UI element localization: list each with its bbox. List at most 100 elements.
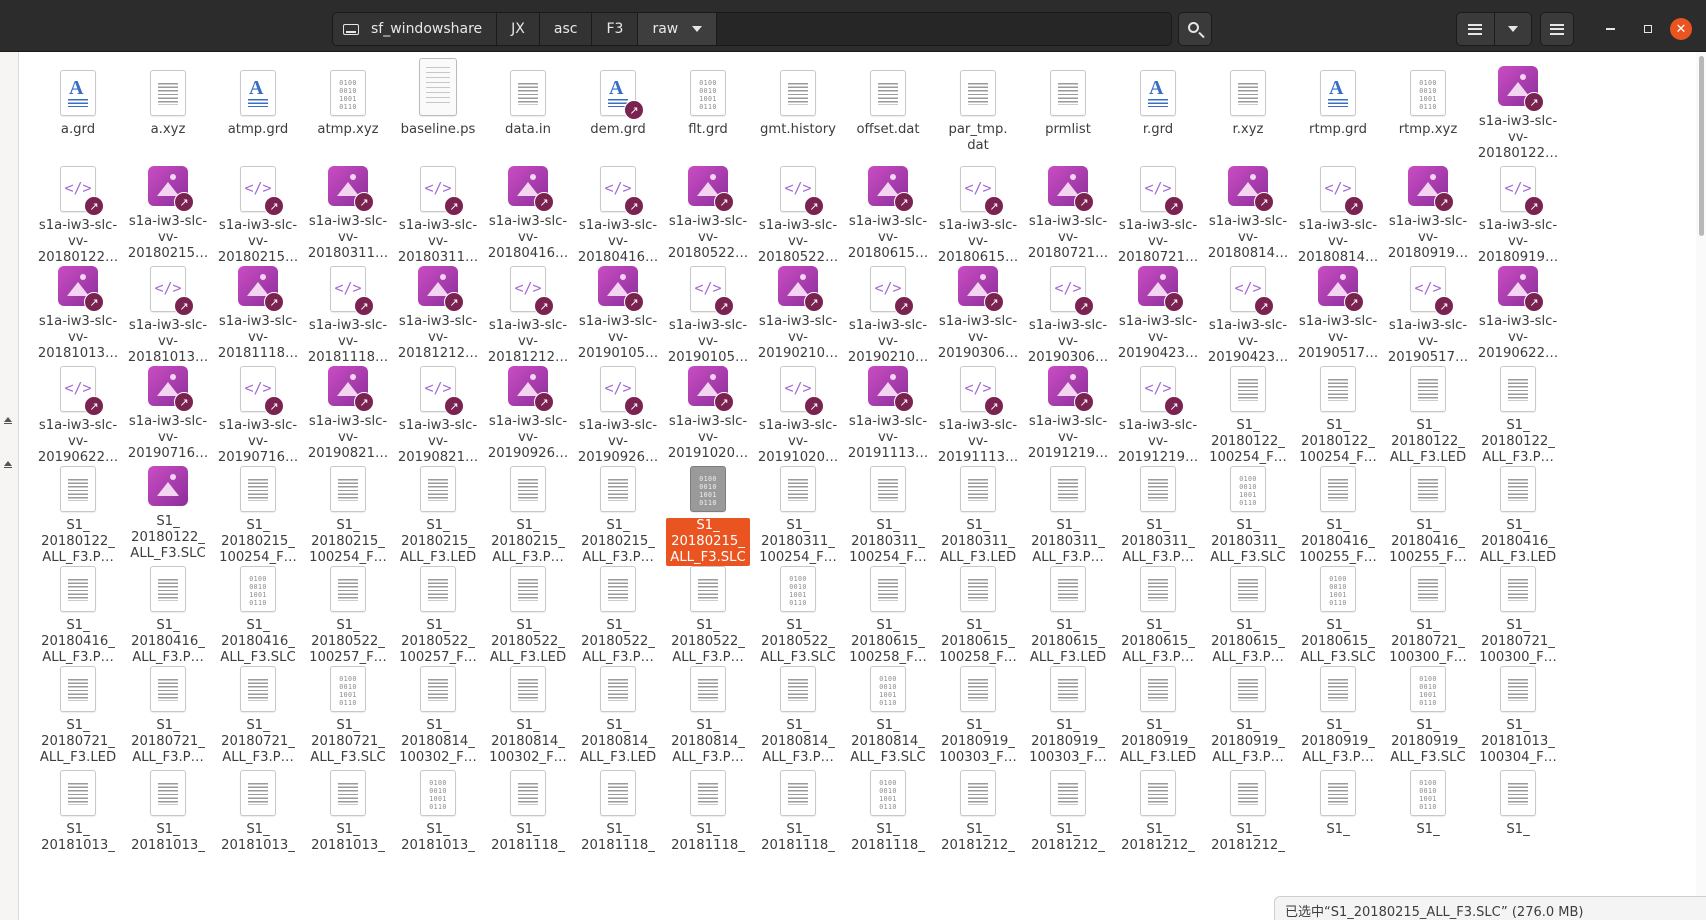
view-options-dropdown[interactable]	[1493, 13, 1532, 45]
file-item[interactable]: S1_ 20180919_ ALL_F3.LED	[1116, 658, 1200, 765]
file-item[interactable]: S1_ 20180721_ ALL_F3.P…	[126, 658, 210, 765]
minimize-button[interactable]	[1596, 15, 1624, 43]
file-item[interactable]: Ar.grd	[1116, 58, 1200, 160]
file-item[interactable]: S1_ 20180122_ 100254_F…	[1206, 358, 1290, 465]
file-item[interactable]: </> ↗ s1a-iw3-slc- vv- 20181212…	[486, 258, 570, 365]
file-item[interactable]: ↗ s1a-iw3-slc- vv- 20181212…	[396, 258, 480, 361]
file-item[interactable]: </> ↗ s1a-iw3-slc- vv- 20190622…	[36, 358, 120, 465]
file-item[interactable]: S1_ 20180215_ 100254_F…	[306, 458, 390, 565]
file-item[interactable]: </> ↗ s1a-iw3-slc- vv- 20180416…	[576, 158, 660, 265]
file-item[interactable]: </> ↗ s1a-iw3-slc- vv- 20191020…	[756, 358, 840, 465]
file-item[interactable]: S1_ 20180615_ ALL_F3.P…	[1206, 558, 1290, 665]
file-item[interactable]: </> ↗ s1a-iw3-slc- vv- 20191219…	[1116, 358, 1200, 465]
file-item[interactable]: S1_ 20180416_ ALL_F3.P…	[126, 558, 210, 665]
file-item[interactable]: </> ↗ s1a-iw3-slc- vv- 20180122…	[36, 158, 120, 265]
file-item[interactable]: </> ↗ s1a-iw3-slc- vv- 20180215…	[216, 158, 300, 265]
file-item[interactable]: S1_ 20180215_ ALL_F3.P…	[486, 458, 570, 565]
list-view-button[interactable]	[1457, 13, 1494, 45]
file-item[interactable]: ↗ s1a-iw3-slc- vv- 20180215…	[126, 158, 210, 261]
file-item[interactable]: S1_ 20180615_ 100258_F…	[936, 558, 1020, 665]
file-item[interactable]: 0100 0010 1001 0110 atmp.xyz	[306, 58, 390, 160]
file-item[interactable]: S1_ 20180311_ 100254_F…	[846, 458, 930, 565]
breadcrumb-sf-windowshare[interactable]: sf_windowshare	[333, 13, 498, 45]
close-button[interactable]: ✕	[1670, 18, 1692, 40]
eject-icon[interactable]	[1, 456, 15, 470]
file-item[interactable]: par_tmp. dat	[936, 58, 1020, 160]
file-item[interactable]: </> ↗ s1a-iw3-slc- vv- 20190105…	[666, 258, 750, 365]
file-item[interactable]: 0100 0010 1001 0110 S1_ 20180416_ ALL_F3.SLC	[216, 558, 300, 665]
file-item[interactable]: ↗ s1a-iw3-slc- vv- 20190622…	[1476, 258, 1560, 361]
file-item[interactable]: S1_ 20180522_ 100257_F…	[306, 558, 390, 665]
file-item[interactable]: ↗ s1a-iw3-slc- vv- 20191219…	[1026, 358, 1110, 461]
file-item[interactable]: S1_ 20180416_ ALL_F3.LED	[1476, 458, 1560, 565]
file-item[interactable]: S1_ 20181118_	[666, 758, 750, 860]
file-item[interactable]: 0100 0010 1001 0110 S1_ 20181013_	[396, 758, 480, 860]
file-item[interactable]: ↗ s1a-iw3-slc- vv- 20190926…	[486, 358, 570, 461]
main-menu-button[interactable]	[1540, 12, 1574, 46]
file-item[interactable]: S1_ 20181013_ 100304_F…	[1476, 658, 1560, 765]
file-item[interactable]: ↗ s1a-iw3-slc- vv- 20180416…	[486, 158, 570, 261]
file-item[interactable]: S1_ 20180416_ 100255_F…	[1386, 458, 1470, 565]
file-item[interactable]: S1_ 20181118_	[486, 758, 570, 860]
file-item[interactable]: a.xyz	[126, 58, 210, 160]
file-item[interactable]: S1_ 20180416_ 100255_F…	[1296, 458, 1380, 565]
file-item[interactable]: </> ↗ s1a-iw3-slc- vv- 20180522…	[756, 158, 840, 265]
file-item[interactable]: S1_ 20181118_	[576, 758, 660, 860]
file-item[interactable]: S1_ 20180522_ 100257_F…	[396, 558, 480, 665]
scrollbar-thumb[interactable]	[1699, 56, 1704, 236]
file-item[interactable]: Aatmp.grd	[216, 58, 300, 160]
file-item[interactable]: S1_ 20180522_ ALL_F3.P…	[576, 558, 660, 665]
file-item[interactable]: S1_ 20181013_	[126, 758, 210, 860]
breadcrumb-raw[interactable]: raw	[638, 13, 718, 45]
file-item[interactable]: S1_ 20180215_ ALL_F3.LED	[396, 458, 480, 565]
file-item[interactable]: S1_ 20180311_ ALL_F3.P…	[1116, 458, 1200, 565]
file-item[interactable]: ↗ s1a-iw3-slc- vv- 20180814…	[1206, 158, 1290, 261]
file-item[interactable]: Aa.grd	[36, 58, 120, 160]
file-item[interactable]: ↗ s1a-iw3-slc- vv- 20190423…	[1116, 258, 1200, 361]
file-item[interactable]: ↗ s1a-iw3-slc- vv- 20180919…	[1386, 158, 1470, 261]
file-item[interactable]: gmt.history	[756, 58, 840, 160]
vertical-scrollbar[interactable]	[1696, 52, 1706, 920]
file-item[interactable]: S1_ 20181013_	[306, 758, 390, 860]
file-item[interactable]: </> ↗ s1a-iw3-slc- vv- 20190306…	[1026, 258, 1110, 365]
file-item[interactable]: S1_	[1296, 758, 1380, 860]
file-item[interactable]: ↗ s1a-iw3-slc- vv- 20180615…	[846, 158, 930, 261]
file-item[interactable]: ↗ s1a-iw3-slc- vv- 20180522…	[666, 158, 750, 261]
file-item[interactable]: S1_ 20180615_ ALL_F3.P…	[1116, 558, 1200, 665]
file-item[interactable]: 0100 0010 1001 0110 S1_ 20180721_ ALL_F3.SLC	[306, 658, 390, 765]
file-item[interactable]: S1_ 20180814_ ALL_F3.LED	[576, 658, 660, 765]
file-item[interactable]: S1_ 20180311_ 100254_F…	[756, 458, 840, 565]
file-item[interactable]: Artmp.grd	[1296, 58, 1380, 160]
file-item[interactable]: S1_ 20180919_ ALL_F3.P…	[1206, 658, 1290, 765]
file-item[interactable]: S1_ 20181013_	[36, 758, 120, 860]
search-button[interactable]	[1178, 12, 1212, 46]
file-item[interactable]: r.xyz	[1206, 58, 1290, 160]
eject-icon[interactable]	[1, 412, 15, 426]
file-item[interactable]: S1_ 20180215_ ALL_F3.P…	[576, 458, 660, 565]
file-item[interactable]: ↗ s1a-iw3-slc- vv- 20180721…	[1026, 158, 1110, 261]
file-item[interactable]: S1_ 20180522_ ALL_F3.P…	[666, 558, 750, 665]
file-item[interactable]: S1_ 20180615_ 100258_F…	[846, 558, 930, 665]
file-item[interactable]: S1_ 20180122_ ALL_F3.P…	[36, 458, 120, 565]
file-item[interactable]: ↗ s1a-iw3-slc- vv- 20191113…	[846, 358, 930, 461]
file-item[interactable]: ↗ s1a-iw3-slc- vv- 20181118…	[216, 258, 300, 361]
breadcrumb-f3[interactable]: F3	[592, 13, 639, 45]
file-item[interactable]: </> ↗ s1a-iw3-slc- vv- 20180721…	[1116, 158, 1200, 265]
file-item[interactable]: 0100 0010 1001 0110 S1_ 20180615_ ALL_F3.SLC	[1296, 558, 1380, 665]
file-item[interactable]: </> ↗ s1a-iw3-slc- vv- 20181013…	[126, 258, 210, 365]
file-item[interactable]: ↗ s1a-iw3-slc- vv- 20180122…	[1476, 58, 1560, 161]
file-item[interactable]: ↗ s1a-iw3-slc- vv- 20190517…	[1296, 258, 1380, 361]
file-item[interactable]: ↗ s1a-iw3-slc- vv- 20190821…	[306, 358, 390, 461]
file-item[interactable]: S1_ 20180919_ 100303_F…	[936, 658, 1020, 765]
breadcrumb-asc[interactable]: asc	[539, 13, 593, 45]
file-item[interactable]: S1_ 20180814_ 100302_F…	[396, 658, 480, 765]
file-item[interactable]: S1_ 20180615_ ALL_F3.LED	[1026, 558, 1110, 665]
file-item[interactable]: S1_ 20180311_ ALL_F3.LED	[936, 458, 1020, 565]
file-item[interactable]: ↗ s1a-iw3-slc- vv- 20190306…	[936, 258, 1020, 361]
file-item[interactable]: S1_ 20180416_ ALL_F3.P…	[36, 558, 120, 665]
file-item[interactable]: S1_ 20180311_ ALL_F3.P…	[1026, 458, 1110, 565]
file-item[interactable]: 0100 0010 1001 0110 S1_ 20181118_	[846, 758, 930, 860]
file-item[interactable]: </> ↗ s1a-iw3-slc- vv- 20190821…	[396, 358, 480, 465]
file-item[interactable]: </> ↗ s1a-iw3-slc- vv- 20180919…	[1476, 158, 1560, 265]
file-item[interactable]: 0100 0010 1001 0110 rtmp.xyz	[1386, 58, 1470, 160]
